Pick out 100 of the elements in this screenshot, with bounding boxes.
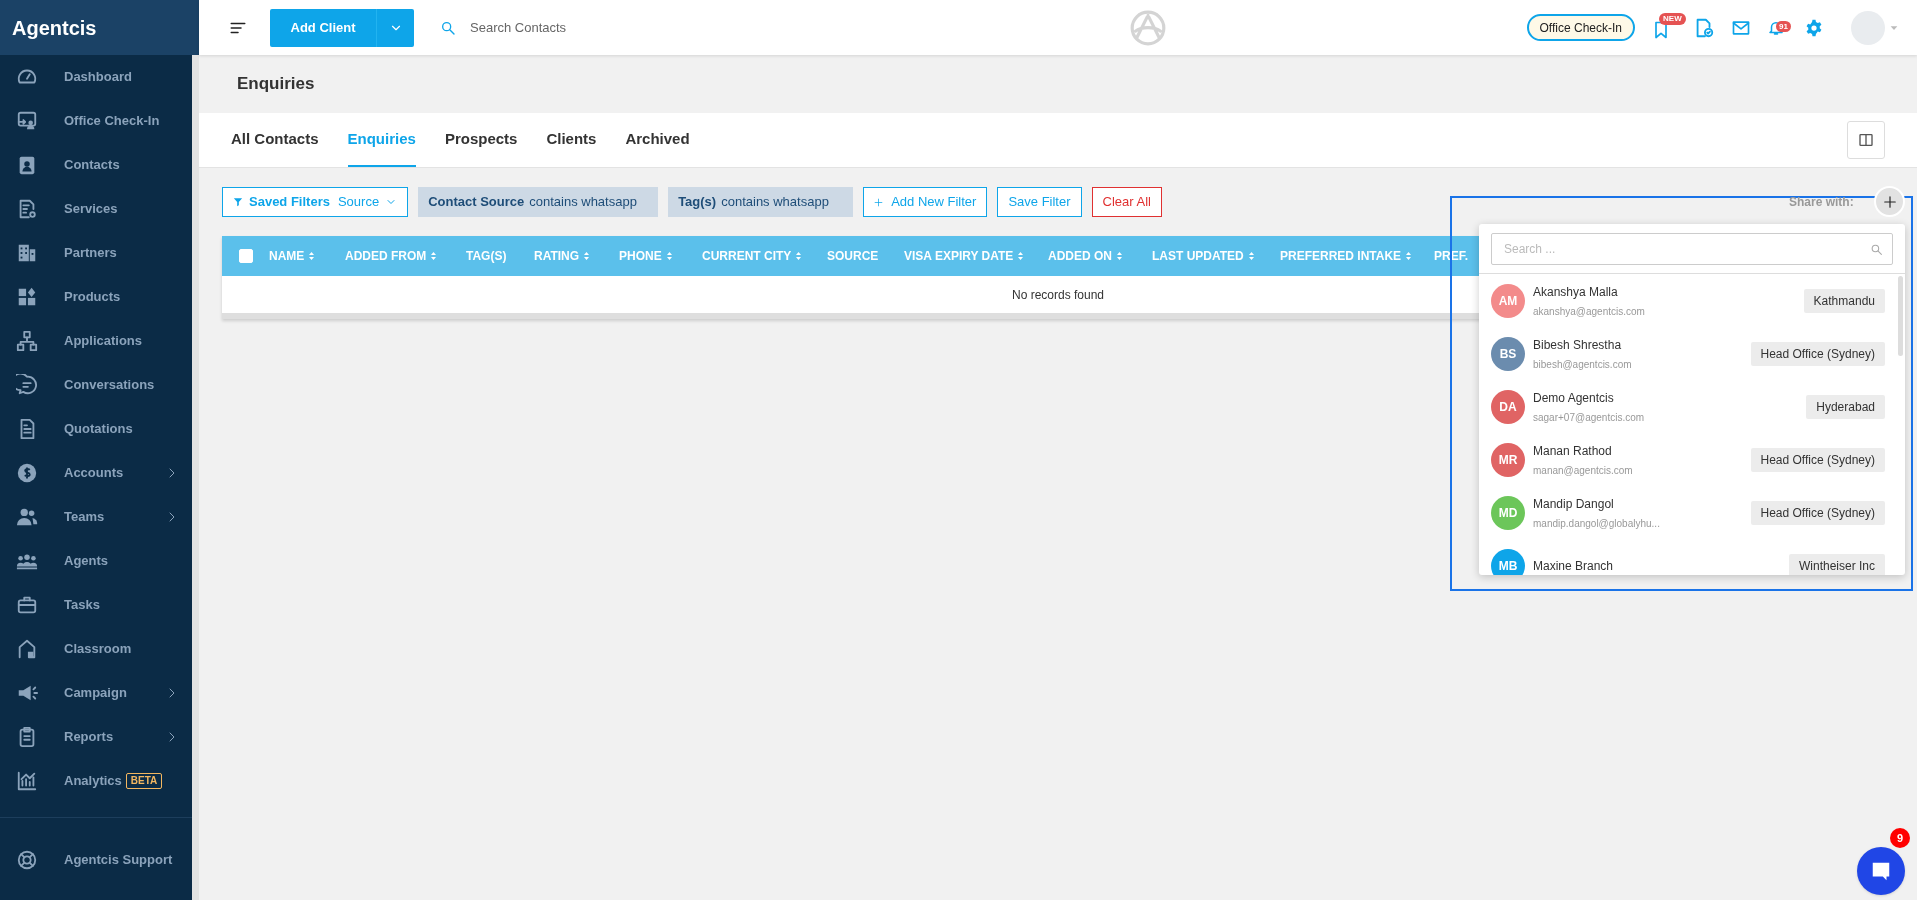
beta-badge: BETA [125,773,163,789]
office-tag: Hyderabad [1806,394,1885,419]
user-email: manan@agentcis.com [1533,463,1634,478]
user-name: Bibesh Shrestha [1533,336,1623,354]
clear-all-button[interactable]: Clear All [1091,187,1162,217]
user-name: Demo Agentcis [1533,389,1615,407]
tab[interactable]: All Contacts [231,113,319,167]
user-email: akanshya@agentcis.com [1533,304,1646,319]
blocks-icon [16,286,38,308]
tab[interactable]: Archived [625,113,690,167]
avatar-initials: BS [1491,336,1525,371]
add-new-filter-button[interactable]: Add New Filter [863,187,988,217]
search-field[interactable]: Search ... [1491,232,1893,265]
page-title: Enquiries [237,73,315,96]
hierarchy-icon [16,330,38,352]
user-name: Maxine Branch [1533,557,1615,575]
avatar-initials: MB [1491,548,1525,575]
user-name: Mandip Dangol [1533,495,1615,513]
office-tag: Head Office (Sydney) [1750,447,1885,472]
sidebar-item[interactable]: Contacts [0,143,192,187]
sort-icon [665,251,673,261]
empty-message: No records found [1011,286,1105,304]
sidebar-item[interactable]: Products [0,275,192,319]
user-email: bibesh@agentcis.com [1533,357,1633,372]
sidebar-item[interactable]: Campaign [0,671,192,715]
select-all-checkbox[interactable] [239,249,253,263]
avatar-initials: DA [1491,389,1525,424]
avatar-initials: MD [1491,495,1525,530]
sort-icon [1247,251,1255,261]
user-option[interactable]: MB Maxine Branch Wintheiser Inc [1479,539,1905,575]
filter-chip[interactable]: Contact Source contains whatsapp [418,187,659,217]
sort-icon [430,251,438,261]
office-check-in-button[interactable]: Office Check-In [1526,14,1635,41]
sort-icon [583,251,591,261]
tab[interactable]: Prospects [444,113,518,167]
user-option[interactable]: BS Bibesh Shrestha bibesh@agentcis.com Head Office (Sydney) [1479,327,1905,380]
save-filter-button[interactable]: Save Filter [997,187,1082,217]
chat-badge: 9 [1890,828,1910,848]
notification-badge: 91 [1776,20,1791,32]
sort-icon [1017,251,1025,261]
user-arrow-icon [16,110,38,132]
sort-icon [308,251,316,261]
columns-button[interactable] [1847,121,1885,159]
tab[interactable]: Clients [546,113,597,167]
plus-icon [1882,194,1897,209]
dollar-circle-icon [16,462,38,484]
office-tag: Kathmandu [1803,288,1885,313]
saved-filters-button[interactable]: Saved Filters Source [222,187,409,217]
sidebar-item[interactable]: Services [0,187,192,231]
sort-icon [795,251,803,261]
search-icon [1870,242,1883,256]
office-tag: Head Office (Sydney) [1750,500,1885,525]
office-tag: Wintheiser Inc [1788,553,1885,575]
chat-button[interactable] [1857,847,1905,895]
user-option[interactable]: MR Manan Rathod manan@agentcis.com Head Office (Sydney) [1479,433,1905,486]
chat-bubble-icon [16,374,38,396]
sidebar-item[interactable]: Applications [0,319,192,363]
user-option[interactable]: AM Akanshya Malla akanshya@agentcis.com Kathmandu [1479,274,1905,327]
avatar-initials: MR [1491,442,1525,477]
chat-bubble-icon [1870,860,1892,882]
logo-icon [1129,8,1168,47]
search-icon [440,19,456,36]
sidebar-item[interactable]: Reports [0,715,192,759]
plus-icon [874,197,884,207]
user-name: Manan Rathod [1533,442,1613,460]
briefcase-icon [16,594,38,616]
user-name: Akanshya Malla [1533,283,1619,301]
search-field[interactable]: Search Contacts [470,17,770,38]
filter-icon [233,197,243,207]
user-email: mandip.dangol@globalyhu... [1533,516,1661,531]
house-icon [16,638,38,660]
filter-chip[interactable]: Tag(s) contains whatsapp [668,187,854,217]
sidebar-item[interactable]: Teams [0,495,192,539]
office-tag: Head Office (Sydney) [1750,341,1885,366]
sidebar-item[interactable]: Office Check-In [0,99,192,143]
lifebuoy-icon [16,849,38,871]
sidebar-item[interactable]: Agentcis Support [0,838,192,882]
sidebar-item[interactable]: Analytics BETA [0,759,192,803]
add-share-button[interactable] [1874,186,1905,217]
user-email: sagar+07@agentcis.com [1533,410,1646,425]
user-option[interactable]: DA Demo Agentcis sagar+07@agentcis.com Hyderabad [1479,380,1905,433]
sidebar-item[interactable]: Dashboard [0,55,192,99]
sidebar-item[interactable]: Accounts [0,451,192,495]
avatar-initials: AM [1491,283,1525,318]
sidebar-item[interactable]: Classroom [0,627,192,671]
sidebar-item[interactable]: Quotations [0,407,192,451]
users-icon [16,506,38,528]
new-badge: NEW [1659,12,1686,25]
sidebar-item[interactable]: Tasks [0,583,192,627]
settings-icon[interactable] [1805,18,1823,37]
sidebar-item[interactable]: Conversations [0,363,192,407]
share-with-label: Share with: [1789,194,1854,211]
bar-chart-icon [16,770,38,792]
building-icon [16,242,38,264]
sidebar-item[interactable]: Partners [0,231,192,275]
sort-icon [1405,251,1413,261]
sidebar-item[interactable]: Agents [0,539,192,583]
brand-name: Agentcis [12,15,97,41]
columns-icon [1858,132,1874,148]
user-option[interactable]: MD Mandip Dangol mandip.dangol@globalyhu... Head Office (Sydney) [1479,486,1905,539]
